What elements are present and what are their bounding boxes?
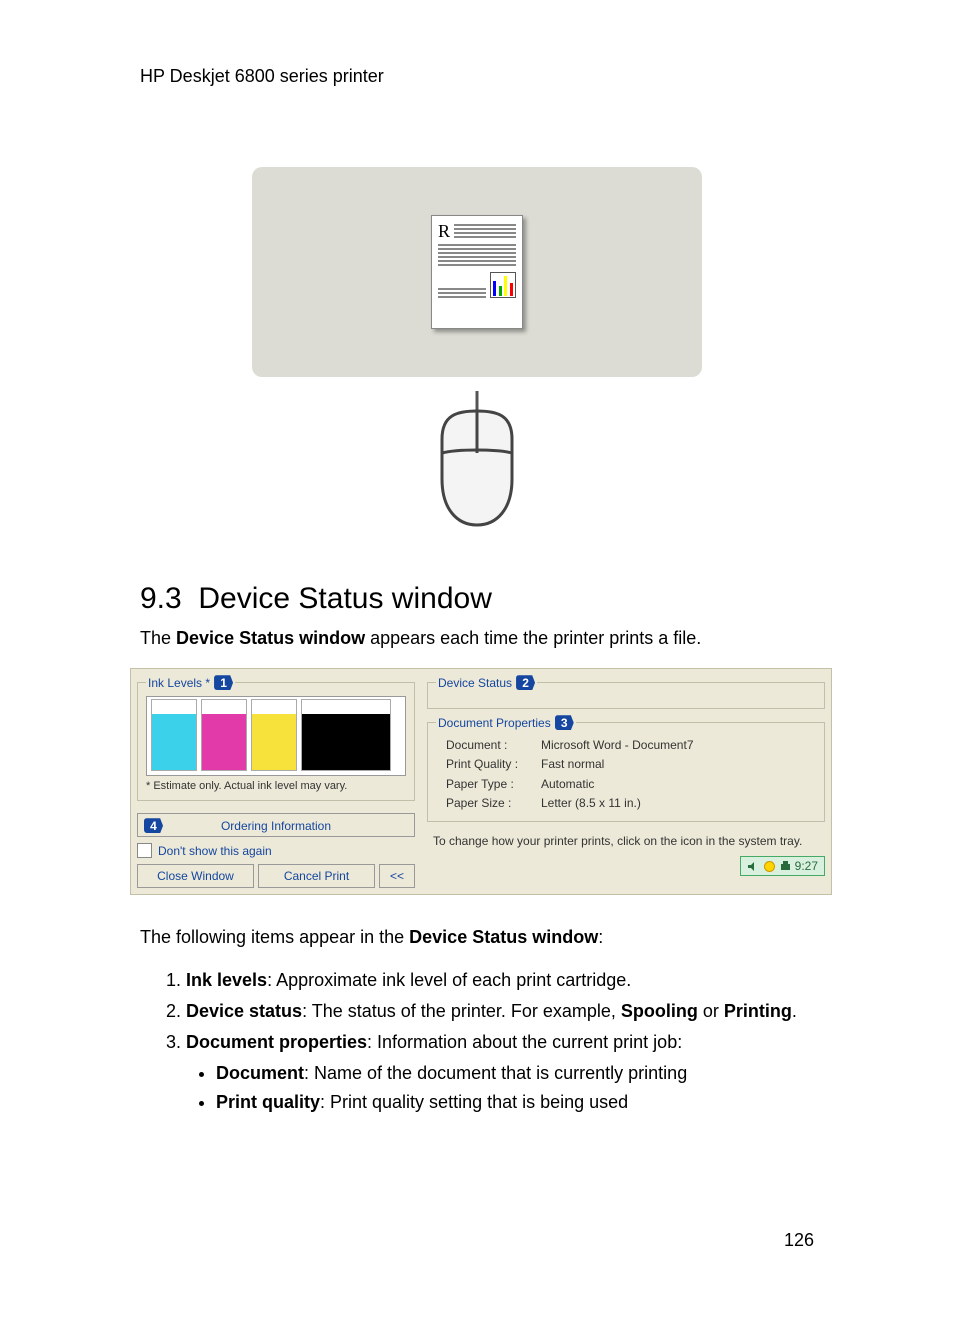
ink-estimate-note: * Estimate only. Actual ink level may va… xyxy=(146,780,406,792)
ordering-information-button[interactable]: 4 Ordering Information xyxy=(137,813,415,837)
collapse-button[interactable]: << xyxy=(379,864,415,888)
page-number: 126 xyxy=(784,1230,814,1251)
document-page: HP Deskjet 6800 series printer R 9.3 xyxy=(0,0,954,1321)
ink-levels-group: Ink Levels * 1 * Estimate only. Actual i… xyxy=(137,675,415,801)
network-icon xyxy=(763,860,776,873)
ink-levels-legend: Ink Levels * xyxy=(148,676,210,690)
cancel-print-button[interactable]: Cancel Print xyxy=(258,864,375,888)
drop-cap: R xyxy=(438,224,450,238)
document-icon: R xyxy=(431,215,523,329)
list-item: Ink levels: Approximate ink level of eac… xyxy=(186,968,866,993)
chart-icon xyxy=(490,272,516,298)
tray-time: 9:27 xyxy=(795,859,818,873)
mouse-icon xyxy=(417,389,537,534)
list-item: Document: Name of the document that is c… xyxy=(216,1061,866,1086)
dont-show-again-row[interactable]: Don't show this again xyxy=(137,843,415,858)
device-status-group: Device Status 2 xyxy=(427,675,825,709)
prop-print-quality: Fast normal xyxy=(541,757,604,771)
list-item: Device status: The status of the printer… xyxy=(186,999,866,1024)
items-intro: The following items appear in the Device… xyxy=(140,925,840,949)
ordering-information-label: Ordering Information xyxy=(221,819,331,833)
list-item: Print quality: Print quality setting tha… xyxy=(216,1090,866,1115)
device-status-legend: Device Status xyxy=(438,676,512,690)
callout-2: 2 xyxy=(516,675,535,690)
prop-document: Microsoft Word - Document7 xyxy=(541,738,694,752)
callout-1: 1 xyxy=(214,675,233,690)
callout-3: 3 xyxy=(555,715,574,730)
close-window-button[interactable]: Close Window xyxy=(137,864,254,888)
intro-paragraph: The Device Status window appears each ti… xyxy=(140,626,840,650)
items-list: Ink levels: Approximate ink level of eac… xyxy=(162,968,866,1116)
device-status-window: Ink Levels * 1 * Estimate only. Actual i… xyxy=(130,668,832,895)
document-properties-legend: Document Properties xyxy=(438,716,551,730)
document-properties-group: Document Properties 3 Document :Microsof… xyxy=(427,715,825,822)
page-header: HP Deskjet 6800 series printer xyxy=(0,0,954,87)
system-tray-hint: To change how your printer prints, click… xyxy=(427,830,825,852)
ink-bars xyxy=(146,696,406,776)
printer-icon xyxy=(779,860,792,873)
prop-paper-type: Automatic xyxy=(541,777,594,791)
screen-illustration: R xyxy=(252,167,702,377)
dont-show-again-label: Don't show this again xyxy=(158,844,272,858)
checkbox-icon[interactable] xyxy=(137,843,152,858)
section-heading: 9.3 Device Status window xyxy=(140,582,954,616)
sub-items-list: Document: Name of the document that is c… xyxy=(216,1061,866,1115)
callout-4: 4 xyxy=(144,818,163,833)
volume-icon xyxy=(747,860,760,873)
system-tray: 9:27 xyxy=(740,856,825,876)
prop-paper-size: Letter (8.5 x 11 in.) xyxy=(541,796,641,810)
list-item: Document properties: Information about t… xyxy=(186,1030,866,1116)
